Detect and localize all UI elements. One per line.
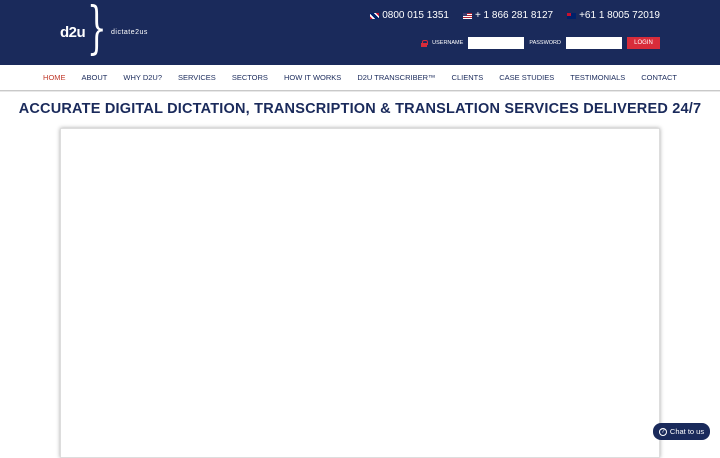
phone-uk[interactable]: 0800 015 1351 [370, 10, 449, 21]
login-button[interactable]: LOGIN [627, 37, 660, 49]
username-label: USERNAME [432, 40, 464, 46]
nav-item-transcriber[interactable]: D2U TRANSCRIBER™ [357, 73, 435, 82]
nav-item-why-d2u[interactable]: WHY D2U? [123, 73, 162, 82]
logo-wordmark: dictate2us [111, 29, 148, 36]
phone-au[interactable]: +61 1 8005 72019 [567, 10, 660, 21]
nav-item-sectors[interactable]: SECTORS [232, 73, 268, 82]
phone-number: + 1 866 281 8127 [474, 10, 554, 21]
nav-item-clients[interactable]: CLIENTS [452, 73, 484, 82]
help-icon: ? [658, 427, 667, 436]
nav-item-home[interactable]: HOME [43, 73, 66, 82]
password-label: PASSWORD [529, 40, 561, 46]
chat-button[interactable]: ? Chat to us [653, 423, 710, 440]
login-form: USERNAME PASSWORD LOGIN [421, 37, 660, 49]
nav-item-testimonials[interactable]: TESTIMONIALS [570, 73, 625, 82]
nav-item-how-it-works[interactable]: HOW IT WORKS [284, 73, 341, 82]
nav-item-contact[interactable]: CONTACT [641, 73, 677, 82]
lock-icon [421, 39, 429, 47]
nav-item-case-studies[interactable]: CASE STUDIES [499, 73, 554, 82]
logo-brace: } [87, 0, 107, 61]
nav-item-about[interactable]: ABOUT [82, 73, 108, 82]
chat-label: Chat to us [669, 427, 705, 436]
logo-mark: d2u [60, 24, 86, 41]
us-flag-icon [462, 12, 472, 19]
uk-flag-icon [370, 12, 380, 19]
main-nav: HOME ABOUT WHY D2U? SERVICES SECTORS HOW… [0, 65, 720, 91]
page-headline: ACCURATE DIGITAL DICTATION, TRANSCRIPTIO… [18, 101, 702, 117]
video-frame[interactable] [60, 128, 660, 458]
au-flag-icon [567, 12, 577, 19]
phone-number: +61 1 8005 72019 [579, 10, 660, 21]
nav-item-services[interactable]: SERVICES [178, 73, 216, 82]
phone-us[interactable]: + 1 866 281 8127 [462, 10, 554, 21]
username-input[interactable] [468, 37, 525, 49]
site-header: d2u } dictate2us 0800 015 1351 + 1 866 2… [0, 0, 720, 65]
password-input[interactable] [566, 37, 622, 49]
d2u-logo[interactable]: d2u } dictate2us [60, 0, 160, 62]
phone-numbers: 0800 015 1351 + 1 866 281 8127 +61 1 800… [370, 10, 660, 21]
phone-number: 0800 015 1351 [382, 10, 449, 21]
